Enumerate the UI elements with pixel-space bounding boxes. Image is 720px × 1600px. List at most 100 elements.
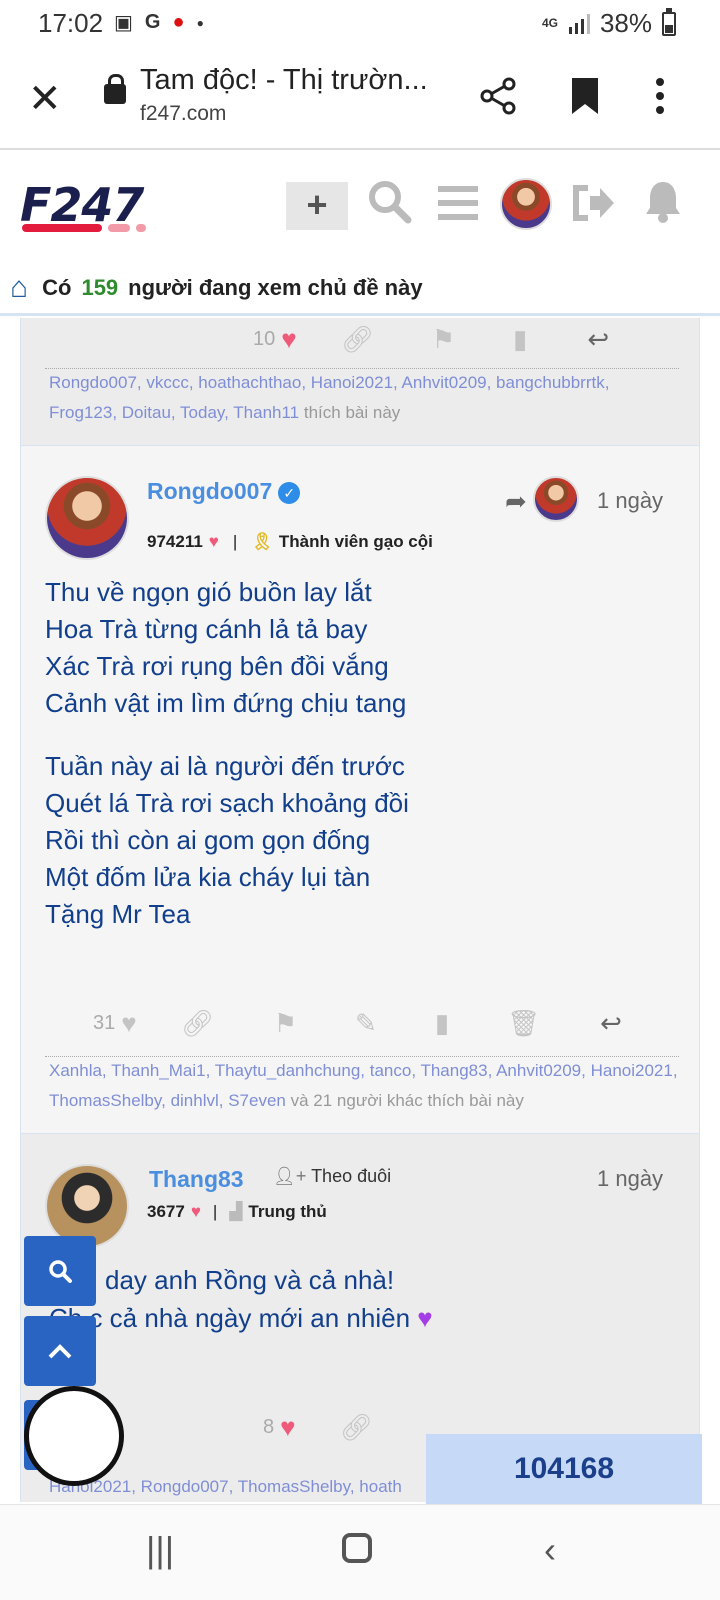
heart-icon[interactable]: ♥ <box>280 1412 295 1443</box>
network-icon: 4G <box>541 16 558 30</box>
author-name-text[interactable]: Rongdo007 <box>147 478 272 504</box>
poem-line: Rồi thì còn ai gom gọn đống <box>45 825 371 855</box>
add-user-icon: 👤︎+ <box>273 1166 307 1186</box>
poem-line: Thu về ngọn gió buồn lay lắt <box>45 577 372 607</box>
g-icon: G <box>144 11 161 33</box>
lock-icon[interactable] <box>104 74 126 104</box>
more-menu-icon[interactable] <box>654 76 666 116</box>
post-time[interactable]: 1 ngày <box>597 1166 663 1192</box>
like-count: 10 <box>253 328 276 350</box>
likers-names[interactable]: Hanoi2021, Rongdo007, ThomasShelby, hoat… <box>49 1477 402 1496</box>
share-icon[interactable] <box>478 76 518 116</box>
floating-circle-button[interactable] <box>24 1386 124 1486</box>
viewers-bar: ⌂ Có 159 người đang xem chủ đề này <box>0 262 720 316</box>
link-icon[interactable]: 🔗︎ <box>340 1412 373 1443</box>
system-nav-bar: ||| ‹ <box>0 1504 720 1600</box>
post-line: Ch c cả nhà ngày mới an nhiên <box>49 1303 411 1333</box>
site-header: F247 + <box>0 152 720 260</box>
close-icon[interactable]: ✕ <box>28 76 62 122</box>
edit-icon[interactable]: ✎ <box>355 1008 377 1039</box>
image-icon: ▣ <box>114 12 133 34</box>
post-actions: 8 ♥ 🔗︎ <box>263 1412 373 1443</box>
page-title[interactable]: Tam độc! - Thị trườn... <box>140 64 428 97</box>
poem-line: Cảnh vật im lìm đứng chịu tang <box>45 688 407 718</box>
separator: | <box>212 1202 218 1221</box>
create-post-button[interactable]: + <box>286 182 348 230</box>
link-icon[interactable]: 🔗︎ <box>341 324 374 355</box>
viewers-count: 159 <box>81 274 119 300</box>
post-actions: 10 ♥ 🔗︎ ⚑ ▮ ↩ <box>253 324 609 355</box>
follow-label[interactable]: Theo đuôi <box>311 1166 391 1186</box>
battery-percent: 38% <box>599 8 652 38</box>
heart-icon: ♥ <box>208 532 219 551</box>
post-line: day anh Rồng và cả nhà! <box>105 1265 395 1295</box>
flag-icon[interactable]: ⚑ <box>274 1008 297 1039</box>
poem-line: Hoa Trà từng cánh lả tả bay <box>45 614 368 644</box>
post-body-2: Ch c cả nhà ngày mới an nhiên ♥ <box>49 1300 433 1337</box>
home-icon[interactable]: ⌂ <box>10 271 28 305</box>
menu-icon[interactable] <box>438 184 478 222</box>
post-previous: 10 ♥ 🔗︎ ⚑ ▮ ↩ Rongdo007, vkccc, hoathach… <box>20 318 700 446</box>
reply-icon[interactable]: ↩ <box>587 324 609 355</box>
author-points: 3677 <box>147 1202 185 1221</box>
like-count: 31 <box>93 1012 116 1034</box>
purple-heart-icon: ♥ <box>417 1303 433 1333</box>
poem-line: Quét lá Trà rơi sạch khoảng đồi <box>45 788 409 818</box>
bookmark-icon[interactable]: ▮ <box>435 1008 449 1039</box>
poem-line: Xác Trà rơi rụng bên đồi vắng <box>45 651 389 681</box>
share-icon[interactable]: ➦ <box>505 486 527 517</box>
heart-icon[interactable]: ♥ <box>281 324 296 355</box>
search-icon[interactable] <box>366 178 412 224</box>
recent-apps-icon[interactable]: ||| <box>146 1529 174 1571</box>
award-icon: 🎗︎ <box>251 532 273 551</box>
heart-icon: ♥ <box>190 1202 201 1221</box>
scroll-counter: 104168 <box>426 1434 702 1504</box>
delete-icon[interactable]: 🗑︎ <box>507 1008 540 1039</box>
post-feed: 10 ♥ 🔗︎ ⚑ ▮ ↩ Rongdo007, vkccc, hoathach… <box>20 318 700 1502</box>
poem-line: Một đốm lửa kia cháy lụi tàn <box>45 862 371 892</box>
post-actions: 31 ♥ 🔗︎ ⚑ ✎ ▮ 🗑︎ ↩ <box>93 1008 622 1039</box>
author-avatar[interactable] <box>45 476 129 560</box>
poem-line: Tuần này ai là người đến trước <box>45 751 405 781</box>
bookmark-icon[interactable]: ▮ <box>513 324 527 355</box>
home-button-icon[interactable] <box>342 1533 372 1563</box>
shared-avatar[interactable] <box>533 476 579 522</box>
browser-toolbar: ✕ Tam độc! - Thị trườn... f247.com <box>0 46 720 150</box>
floating-search-button[interactable] <box>24 1236 96 1306</box>
logout-icon[interactable] <box>572 184 616 222</box>
post-body: day anh Rồng và cả nhà! <box>105 1262 394 1299</box>
post-body: Thu về ngọn gió buồn lay lắt Hoa Trà từn… <box>45 574 409 933</box>
back-icon[interactable]: ‹ <box>544 1529 556 1571</box>
likers-list: Rongdo007, vkccc, hoathachthao, Hanoi202… <box>49 368 679 428</box>
likers-list: Hanoi2021, Rongdo007, ThomasShelby, hoat… <box>49 1472 429 1502</box>
likers-list: Xanhla, Thanh_Mai1, Thaytu_danhchung, ta… <box>49 1056 679 1116</box>
likers-suffix: và 21 người khác thích bài này <box>290 1091 524 1110</box>
follow-button[interactable]: 👤︎+ Theo đuôi <box>273 1166 391 1187</box>
link-icon[interactable]: 🔗︎ <box>181 1008 214 1039</box>
page-domain[interactable]: f247.com <box>140 102 226 126</box>
user-avatar[interactable] <box>500 178 552 230</box>
rank-icon: ▟ <box>229 1202 243 1221</box>
like-count: 8 <box>263 1416 275 1438</box>
flag-icon[interactable]: ⚑ <box>432 324 455 355</box>
status-bar: 17:02 ▣ G ● ● 4G 38% <box>0 0 720 46</box>
scroll-top-button[interactable] <box>24 1316 96 1386</box>
poem-line: Tặng Mr Tea <box>45 899 191 929</box>
bell-icon[interactable] <box>644 178 682 224</box>
separator: | <box>232 532 238 551</box>
screen: 17:02 ▣ G ● ● 4G 38% ✕ Tam độc! - Thị tr… <box>0 0 720 1600</box>
search-icon <box>49 1260 72 1283</box>
chevron-up-icon <box>48 1344 72 1359</box>
bookmark-icon[interactable] <box>570 76 600 116</box>
heart-icon[interactable]: ♥ <box>121 1008 136 1039</box>
reply-icon[interactable]: ↩ <box>600 1008 622 1039</box>
author-name[interactable]: Rongdo007 ✓ <box>147 478 301 505</box>
dot-icon: ● <box>196 15 204 30</box>
post-time[interactable]: 1 ngày <box>597 488 663 514</box>
viewers-suffix: người đang xem chủ đề này <box>128 274 423 300</box>
likers-suffix: thích bài này <box>303 403 401 422</box>
viewers-prefix: Có <box>42 274 72 300</box>
author-meta: 3677 ♥ | ▟ Trung thủ <box>147 1202 327 1222</box>
author-name[interactable]: Thang83 <box>149 1166 244 1193</box>
notification-icons: ▣ G ● ● <box>114 10 204 35</box>
